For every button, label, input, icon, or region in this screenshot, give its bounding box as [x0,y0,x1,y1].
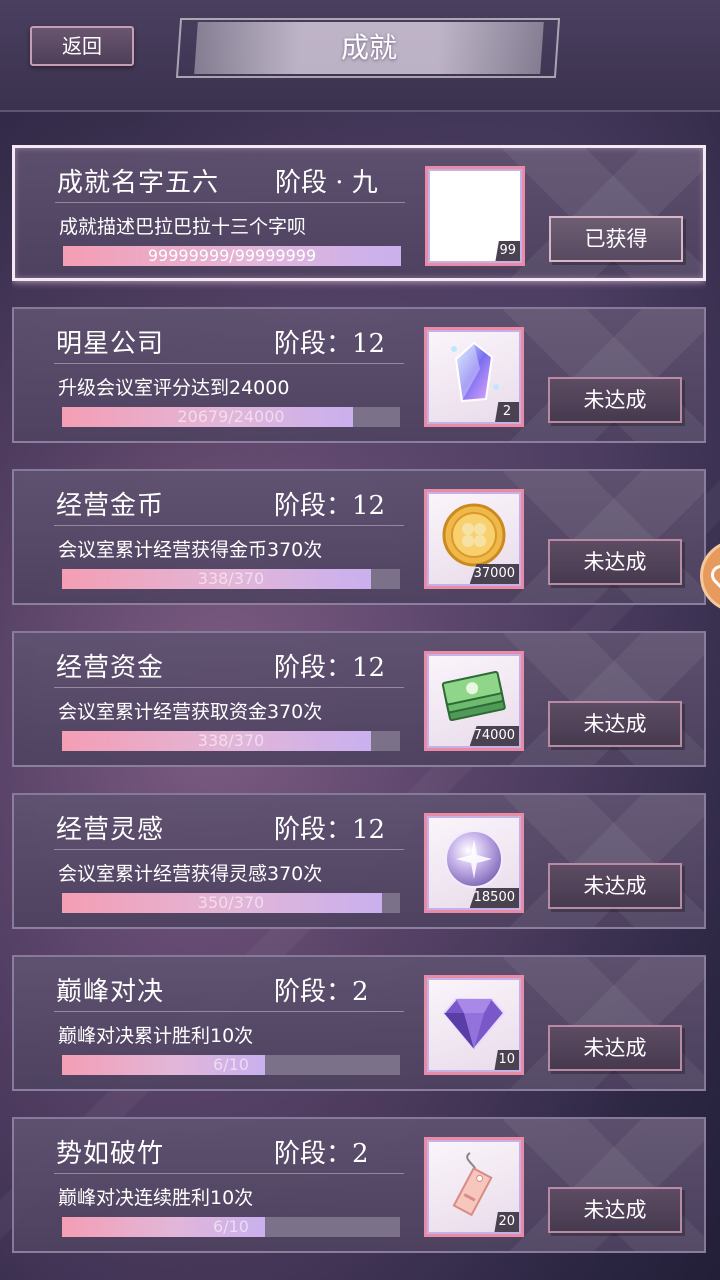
page-title: 成就 [340,31,397,64]
achievement-list[interactable]: 成就名字五六 阶段 · 九成就描述巴拉巴拉十三个字呗 99999999/999999… [12,145,706,1280]
reward-count: 74000 [469,726,519,746]
achievement-card: 巅峰对决 阶段：2 巅峰对决累计胜利10次 6/10 10 未达成 [12,955,706,1091]
divider [54,849,404,850]
reward-slot[interactable]: 2 [424,327,524,427]
reward-count: 18500 [469,888,519,908]
progress-text: 338/370 [197,731,265,750]
achievement-stage: 阶段 · 九 [275,168,378,198]
not-achieved-button[interactable]: 未达成 [548,1187,682,1233]
achievement-name: 经营金币 [56,491,165,521]
achievement-name: 经营灵感 [56,815,165,845]
gold-coin-icon [440,501,508,569]
achievement-card: 经营灵感 阶段：12 会议室累计经营获得灵感370次 350/370 18500 未达成 [12,793,706,929]
purple-diamond-icon [440,987,508,1055]
achievement-description: 巅峰对决累计胜利10次 [58,1025,254,1047]
achievement-description: 成就描述巴拉巴拉十三个字呗 [59,216,307,238]
progress-bar: 99999999/99999999 [63,246,401,266]
achievement-card: 经营金币 阶段：12 会议室累计经营获得金币370次 338/370 37000 未达成 [12,469,706,605]
achievement-stage: 阶段：2 [274,977,369,1007]
achievement-description: 升级会议室评分达到24000 [58,377,290,399]
crystal-icon [440,339,508,407]
progress-text: 338/370 [197,569,265,588]
reward-slot[interactable]: 18500 [424,813,524,913]
achievement-stage: 阶段：12 [274,653,386,683]
not-achieved-button[interactable]: 未达成 [548,1025,682,1071]
not-achieved-button[interactable]: 未达成 [548,377,682,423]
not-achieved-button[interactable]: 未达成 [548,701,682,747]
back-button[interactable]: 返回 [30,26,134,66]
reward-count: 37000 [469,564,519,584]
divider [55,202,405,203]
achievement-card: 成就名字五六 阶段 · 九成就描述巴拉巴拉十三个字呗 99999999/999999… [12,145,706,281]
progress-text: 350/370 [197,893,265,912]
reward-slot[interactable]: 20 [424,1137,524,1237]
achievement-name: 明星公司 [56,329,165,359]
reward-slot[interactable]: 99 [425,166,525,266]
not-achieved-button[interactable]: 未达成 [548,863,682,909]
achievement-description: 会议室累计经营获取资金370次 [58,701,323,723]
progress-bar: 350/370 [62,893,400,913]
progress-bar: 338/370 [62,569,400,589]
inspiration-orb-icon [440,825,508,893]
reward-count: 2 [495,402,519,422]
achievement-stage: 阶段：12 [274,815,386,845]
achievement-card: 经营资金 阶段：12 会议室累计经营获取资金370次 338/370 74000 未达成 [12,631,706,767]
achievement-stage: 阶段：12 [274,491,386,521]
progress-text: 6/10 [213,1217,249,1236]
claimed-button[interactable]: 已获得 [549,216,683,262]
achievement-name: 成就名字五六 [57,168,220,198]
progress-bar: 6/10 [62,1055,400,1075]
achievement-name: 巅峰对决 [56,977,165,1007]
divider [54,525,404,526]
reward-slot[interactable]: 10 [424,975,524,1075]
header-bar: 返回 成就 [0,0,720,112]
achievement-description: 会议室累计经营获得金币370次 [58,539,323,561]
divider [54,363,404,364]
cash-stack-icon [440,663,508,731]
progress-bar: 338/370 [62,731,400,751]
progress-text: 20679/24000 [177,407,285,426]
achievement-name: 经营资金 [56,653,165,683]
divider [54,1173,404,1174]
achievement-description: 巅峰对决连续胜利10次 [58,1187,254,1209]
achievement-card: 势如破竹 阶段：2 巅峰对决连续胜利10次 6/10 20 未达成 [12,1117,706,1253]
achievement-stage: 阶段：12 [274,329,386,359]
achievement-stage: 阶段：2 [274,1139,369,1169]
tag-icon [440,1149,508,1217]
reward-count: 20 [494,1212,519,1232]
divider [54,1011,404,1012]
progress-text: 6/10 [213,1055,249,1074]
progress-text: 99999999/99999999 [147,246,317,265]
achievement-card: 明星公司 阶段：12 升级会议室评分达到24000 20679/24000 2 未达成 [12,307,706,443]
divider [54,687,404,688]
progress-bar: 20679/24000 [62,407,400,427]
achievement-name: 势如破竹 [56,1139,165,1169]
chat-icon [706,560,720,590]
blank-icon [441,178,509,246]
achievement-description: 会议室累计经营获得灵感370次 [58,863,323,885]
progress-bar: 6/10 [62,1217,400,1237]
not-achieved-button[interactable]: 未达成 [548,539,682,585]
reward-slot[interactable]: 74000 [424,651,524,751]
reward-slot[interactable]: 37000 [424,489,524,589]
reward-count: 99 [495,241,520,261]
reward-count: 10 [494,1050,519,1070]
